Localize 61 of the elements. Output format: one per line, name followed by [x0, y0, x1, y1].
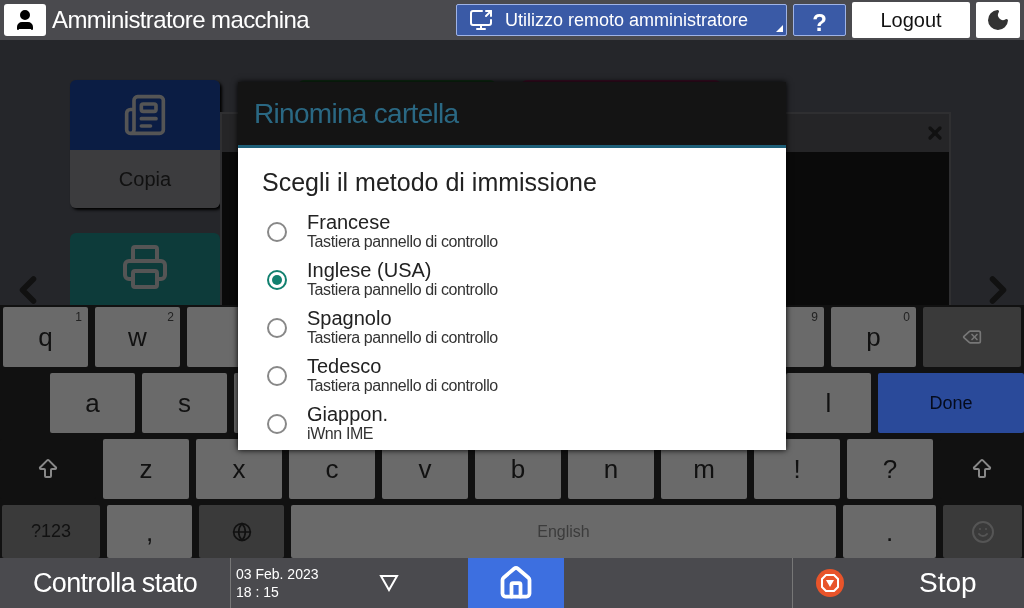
radio-button[interactable] — [267, 269, 287, 290]
keyboard-key[interactable]: , — [107, 505, 192, 558]
keyboard-key[interactable]: ! — [754, 439, 840, 499]
keyboard-key[interactable]: 2 w — [95, 307, 180, 367]
input-method-option[interactable]: Francese Tastiera pannello di controllo — [262, 207, 762, 256]
input-method-option[interactable]: Spagnolo Tastiera pannello di controllo — [262, 303, 762, 352]
triangle-down-icon[interactable] — [378, 574, 399, 592]
option-detail: Tastiera pannello di controllo — [307, 280, 498, 300]
user-title: Amministratore macchina — [52, 5, 309, 35]
time-text: 18 : 15 — [236, 583, 280, 601]
stop-button[interactable]: Stop — [793, 558, 1024, 608]
night-mode-button[interactable] — [976, 2, 1020, 38]
input-method-option[interactable]: Tedesco Tastiera pannello di controllo — [262, 351, 762, 400]
option-name: Tedesco — [307, 355, 383, 376]
remote-icon — [469, 8, 493, 32]
keyboard-key[interactable]: l — [786, 373, 871, 433]
option-detail: Tastiera pannello di controllo — [307, 328, 498, 348]
documents-icon — [123, 93, 167, 137]
shift-icon — [970, 457, 994, 481]
keyboard-key[interactable]: z — [103, 439, 189, 499]
radio-button[interactable] — [267, 317, 287, 338]
option-name: Francese — [307, 211, 392, 232]
key-hint: 2 — [167, 309, 174, 326]
remote-admin-button[interactable]: Utilizzo remoto amministratore — [456, 4, 787, 36]
logout-button[interactable]: Logout — [852, 2, 970, 38]
keyboard-key[interactable]: s — [142, 373, 227, 433]
key-hint: 9 — [811, 309, 818, 326]
key-hint: 1 — [75, 309, 82, 326]
radio-button[interactable] — [267, 221, 287, 242]
keyboard-key[interactable]: ? — [847, 439, 933, 499]
stop-icon — [815, 568, 845, 598]
date-text: 03 Feb. 2023 — [236, 565, 319, 583]
moon-icon — [986, 8, 1010, 32]
smiley-icon — [970, 519, 995, 544]
home-button[interactable] — [468, 558, 564, 608]
done-key[interactable]: Done — [878, 373, 1024, 433]
printer-icon — [121, 243, 169, 291]
input-method-option[interactable]: Inglese (USA) Tastiera pannello di controllo — [262, 255, 762, 304]
help-button[interactable]: ? — [793, 4, 846, 36]
option-name: Inglese (USA) — [307, 259, 433, 280]
option-detail: Tastiera pannello di controllo — [307, 231, 498, 252]
shift-icon — [36, 457, 60, 481]
keyboard-key[interactable]: a — [50, 373, 135, 433]
keyboard-key[interactable]: . — [843, 505, 936, 558]
home-icon — [498, 565, 534, 601]
user-icon — [4, 4, 46, 36]
check-status-button[interactable]: Controlla stato — [0, 558, 231, 608]
option-name: Giappon. — [307, 403, 389, 424]
option-detail: Tastiera pannello di controllo — [307, 375, 498, 396]
radio-button[interactable] — [267, 365, 287, 386]
key-hint: 0 — [903, 309, 910, 326]
option-name: Spagnolo — [307, 307, 393, 328]
backspace-icon — [960, 327, 984, 347]
keyboard-key[interactable]: 1 q — [3, 307, 88, 367]
radio-button[interactable] — [267, 413, 287, 434]
dialog-title: Rinomina cartella — [254, 96, 459, 131]
globe-icon — [231, 521, 252, 542]
dialog-heading: Scegli il metodo di immissione — [262, 167, 598, 198]
corner-triangle-icon — [776, 25, 783, 32]
keyboard-key[interactable]: 0 p — [831, 307, 916, 367]
keyboard-key[interactable]: x — [196, 439, 282, 499]
